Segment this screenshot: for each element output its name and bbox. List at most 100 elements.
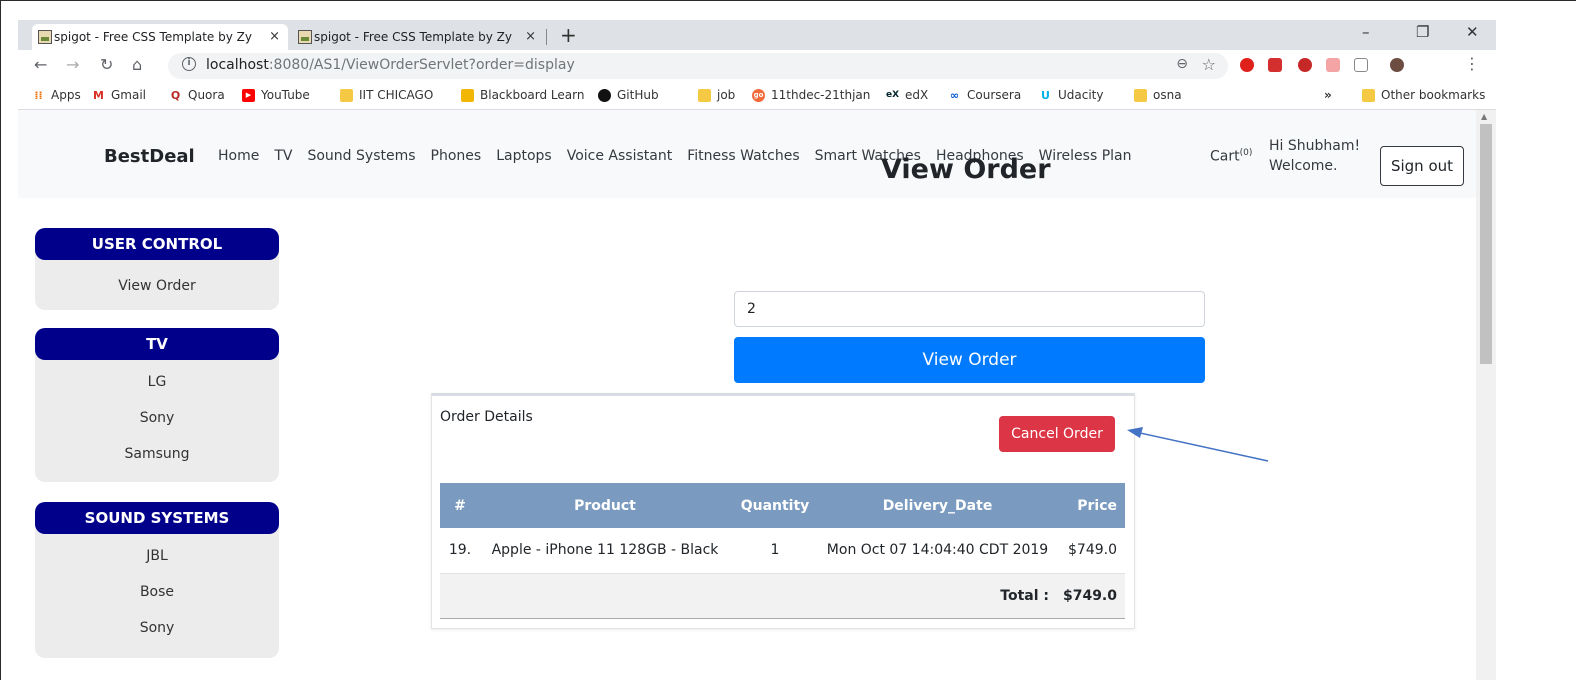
bookmark-gmail[interactable]: M Gmail xyxy=(92,88,146,102)
nav-link-fitness-watches[interactable]: Fitness Watches xyxy=(687,148,799,164)
sidebar-item-samsung[interactable]: Samsung xyxy=(35,436,279,472)
sidebar-item-lg[interactable]: LG xyxy=(35,364,279,400)
total-label: Total : xyxy=(440,573,1055,619)
bookmark-edx[interactable]: eX edX xyxy=(886,88,928,102)
cart-count: (0) xyxy=(1239,148,1253,158)
zoom-icon[interactable]: ⊖ xyxy=(1176,56,1188,72)
bookmarks-bar: ⁞⁞ Apps M Gmail Q Quora ▶ YouTube IIT CHICAG… xyxy=(18,82,1496,110)
cell-delivery-date: Mon Oct 07 14:04:40 CDT 2019 xyxy=(820,528,1055,574)
sign-out-button[interactable]: Sign out xyxy=(1380,146,1464,186)
omnibox[interactable]: i localhost:8080/AS1/ViewOrderServlet?or… xyxy=(168,53,1228,79)
browser-window: spigot - Free CSS Template by Zy × spigo… xyxy=(18,20,1496,680)
bookmark-quora[interactable]: Q Quora xyxy=(169,88,225,102)
tab-divider xyxy=(546,29,547,45)
bookmark-star-icon[interactable]: ☆ xyxy=(1202,55,1216,74)
site-favicon-icon xyxy=(38,30,52,44)
col-header-number: # xyxy=(440,483,480,528)
page-title: View Order xyxy=(881,154,1051,185)
gmail-icon: M xyxy=(93,88,104,102)
nav-link-home[interactable]: Home xyxy=(218,148,259,164)
nav-link-tv[interactable]: TV xyxy=(274,148,292,164)
bookmark-blackboard[interactable]: Blackboard Learn xyxy=(461,88,584,102)
brand-logo[interactable]: BestDeal xyxy=(104,146,195,167)
site-navbar: BestDeal Home TV Sound Systems Phones La… xyxy=(18,110,1476,198)
sidebar-item-bose[interactable]: Bose xyxy=(35,574,279,610)
col-header-delivery-date: Delivery_Date xyxy=(820,483,1055,528)
sidebar-section-user-control: USER CONTROL View Order xyxy=(35,228,279,310)
sidebar-heading: SOUND SYSTEMS xyxy=(35,502,279,534)
new-tab-button[interactable]: + xyxy=(560,23,577,47)
nav-link-laptops[interactable]: Laptops xyxy=(496,148,552,164)
folder-icon xyxy=(1362,88,1375,102)
order-details-card: Order Details Cancel Order # Product Qua… xyxy=(431,393,1135,629)
restore-button[interactable]: ❐ xyxy=(1416,23,1429,41)
quora-icon: Q xyxy=(170,88,181,102)
mail-extension-icon[interactable] xyxy=(1354,58,1368,72)
bookmark-youtube[interactable]: ▶ YouTube xyxy=(242,88,310,102)
sidebar-item-jbl[interactable]: JBL xyxy=(35,538,279,574)
browser-tab-active[interactable]: spigot - Free CSS Template by Zy × xyxy=(32,24,288,50)
order-table: # Product Quantity Delivery_Date Price 1… xyxy=(440,483,1125,619)
red-extension-icon[interactable] xyxy=(1268,58,1282,72)
sidebar-item-sony[interactable]: Sony xyxy=(35,400,279,436)
minimize-button[interactable]: – xyxy=(1362,23,1370,41)
bookmark-iit-chicago[interactable]: IIT CHICAGO xyxy=(340,88,433,102)
folder-icon xyxy=(698,88,711,102)
page-scrollbar[interactable]: ▲ xyxy=(1476,110,1496,680)
tab-title: spigot - Free CSS Template by Zy xyxy=(54,30,252,44)
browser-tab[interactable]: spigot - Free CSS Template by Zy × xyxy=(292,24,544,50)
tab-close-icon[interactable]: × xyxy=(525,29,536,44)
address-toolbar: ← → ↻ ⌂ i localhost:8080/AS1/ViewOrderSe… xyxy=(18,50,1496,82)
sidebar-item-view-order[interactable]: View Order xyxy=(35,268,279,304)
nav-link-wireless-plan[interactable]: Wireless Plan xyxy=(1039,148,1132,164)
url-text[interactable]: localhost:8080/AS1/ViewOrderServlet?orde… xyxy=(206,57,575,73)
col-header-price: Price xyxy=(1055,483,1125,528)
bookmark-job[interactable]: job xyxy=(698,88,735,102)
back-arrow-icon[interactable]: ← xyxy=(34,55,47,74)
site-info-icon[interactable]: i xyxy=(182,57,196,71)
sidebar-item-sony-audio[interactable]: Sony xyxy=(35,610,279,646)
bookmark-11thdec[interactable]: go 11thdec-21thjan xyxy=(752,88,870,102)
go-icon: go xyxy=(752,88,765,102)
cell-quantity: 1 xyxy=(730,528,820,574)
tab-strip: spigot - Free CSS Template by Zy × spigo… xyxy=(18,20,1496,50)
bookmark-apps[interactable]: ⁞⁞ Apps xyxy=(32,88,80,102)
folder-icon xyxy=(340,88,353,102)
bookmark-other[interactable]: Other bookmarks xyxy=(1362,88,1485,102)
nav-link-voice-assistant[interactable]: Voice Assistant xyxy=(567,148,673,164)
more-bookmarks-button[interactable]: » xyxy=(1324,88,1332,102)
site-favicon-icon xyxy=(298,30,312,44)
web-page: BestDeal Home TV Sound Systems Phones La… xyxy=(18,110,1476,680)
order-id-input[interactable] xyxy=(734,291,1205,327)
bookmark-coursera[interactable]: ∞ Coursera xyxy=(948,88,1021,102)
reload-icon[interactable]: ↻ xyxy=(100,55,113,74)
home-icon[interactable]: ⌂ xyxy=(132,55,142,74)
sidebar-heading: TV xyxy=(35,328,279,360)
bookmark-github[interactable]: GitHub xyxy=(598,88,659,102)
sidebar-heading: USER CONTROL xyxy=(35,228,279,260)
sidebar-section-sound-systems: SOUND SYSTEMS JBL Bose Sony xyxy=(35,502,279,658)
scroll-up-icon[interactable]: ▲ xyxy=(1481,112,1487,121)
pink-extension-icon[interactable] xyxy=(1326,58,1340,72)
view-order-button[interactable]: View Order xyxy=(734,337,1205,383)
cancel-order-button[interactable]: Cancel Order xyxy=(999,416,1115,452)
apps-grid-icon: ⁞⁞ xyxy=(34,88,43,102)
col-header-quantity: Quantity xyxy=(730,483,820,528)
blackboard-icon xyxy=(461,88,474,102)
adblock-extension-icon[interactable] xyxy=(1298,58,1312,72)
tab-close-icon[interactable]: × xyxy=(269,29,280,44)
cell-product: Apple - iPhone 11 128GB - Black xyxy=(480,528,730,574)
bookmark-osna[interactable]: osna xyxy=(1134,88,1182,102)
nav-link-phones[interactable]: Phones xyxy=(431,148,482,164)
browser-menu-icon[interactable]: ⋮ xyxy=(1464,54,1480,73)
forward-arrow-icon[interactable]: → xyxy=(66,55,79,74)
cart-link[interactable]: Cart(0) xyxy=(1210,148,1252,165)
bookmark-udacity[interactable]: U Udacity xyxy=(1039,88,1103,102)
nav-link-sound-systems[interactable]: Sound Systems xyxy=(307,148,415,164)
scrollbar-thumb[interactable] xyxy=(1480,124,1492,364)
profile-avatar[interactable] xyxy=(1390,58,1404,72)
opera-extension-icon[interactable] xyxy=(1240,58,1254,72)
user-greeting: Hi Shubham! Welcome. xyxy=(1269,138,1361,174)
close-window-button[interactable]: ✕ xyxy=(1466,23,1479,41)
order-details-title: Order Details xyxy=(440,409,533,425)
